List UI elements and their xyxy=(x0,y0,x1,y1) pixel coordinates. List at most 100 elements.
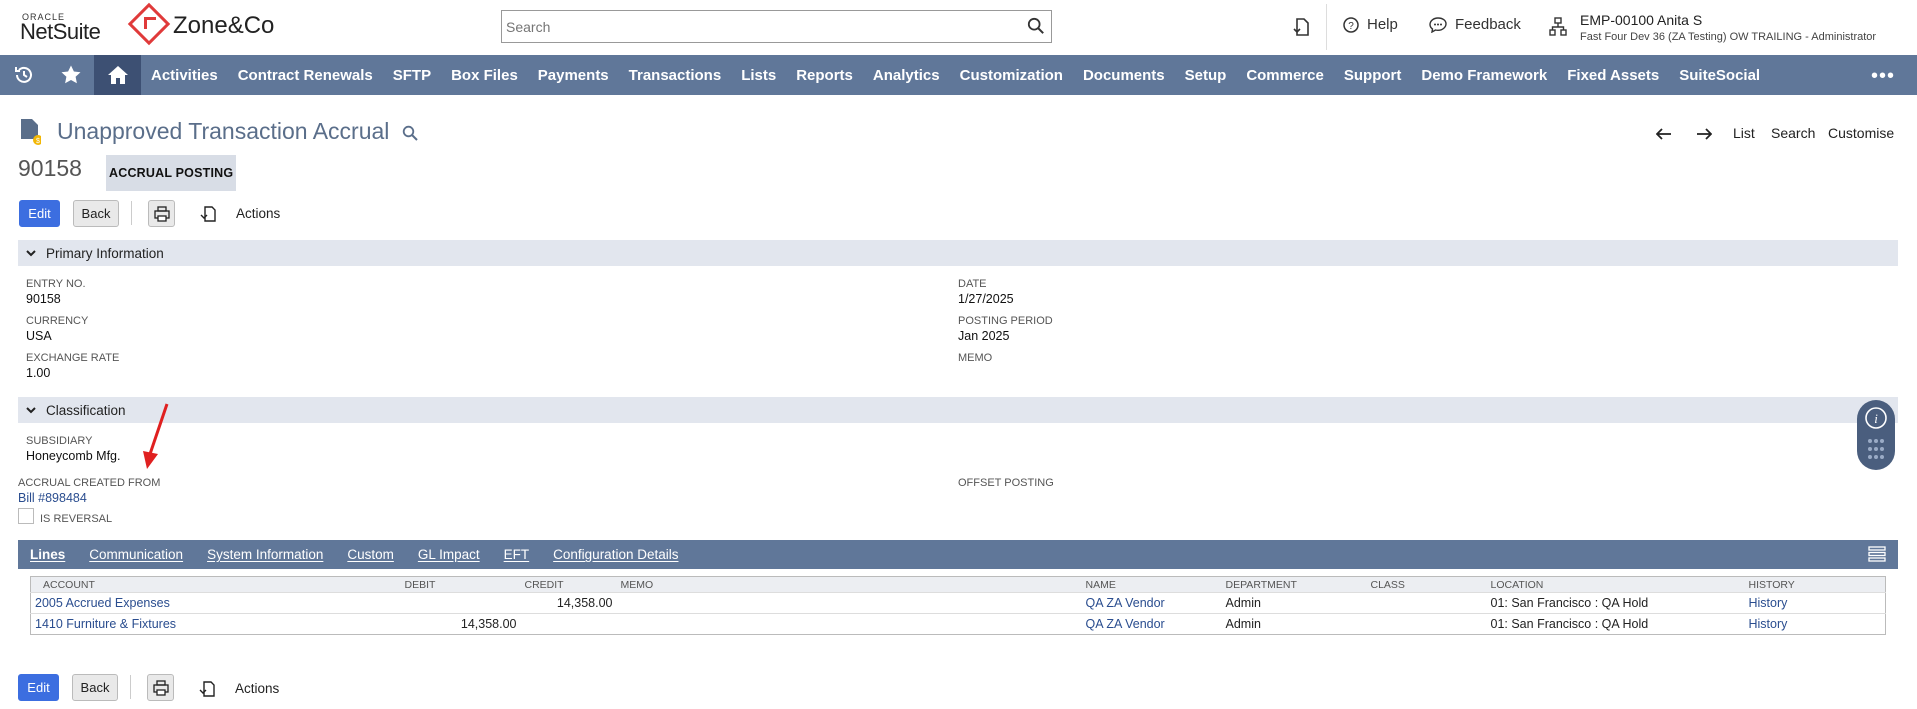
transaction-doc-icon: $ xyxy=(21,119,41,145)
nav-favorites[interactable] xyxy=(47,55,94,95)
status-badge: ACCRUAL POSTING xyxy=(106,155,237,191)
subsidiary-label: SUBSIDIARY xyxy=(26,435,93,447)
tab-system-information[interactable]: System Information xyxy=(207,547,323,562)
feedback-icon xyxy=(1429,16,1447,33)
history-link[interactable]: History xyxy=(1749,596,1788,610)
help-link[interactable]: ? Help xyxy=(1343,16,1398,33)
hamburger-menu-icon[interactable] xyxy=(1868,546,1886,562)
accrual-created-from-link[interactable]: Bill #898484 xyxy=(18,491,87,505)
list-link[interactable]: List xyxy=(1733,125,1755,141)
nav-contract-renewals[interactable]: Contract Renewals xyxy=(228,67,383,84)
chevron-down-icon xyxy=(26,250,36,257)
nav-demo-framework[interactable]: Demo Framework xyxy=(1411,67,1557,84)
nav-home[interactable] xyxy=(94,55,141,95)
department-cell: Admin xyxy=(1221,592,1367,614)
actions-icon[interactable] xyxy=(199,680,217,698)
nav-reports[interactable]: Reports xyxy=(786,67,863,84)
tab-communication[interactable]: Communication xyxy=(89,547,183,562)
nav-box-files[interactable]: Box Files xyxy=(441,67,528,84)
col-name[interactable]: NAME xyxy=(1081,576,1222,593)
col-account[interactable]: ACCOUNT xyxy=(30,576,401,593)
nav-support[interactable]: Support xyxy=(1334,67,1412,84)
posting-period-label: POSTING PERIOD xyxy=(958,315,1053,327)
feedback-label: Feedback xyxy=(1455,16,1521,33)
actions-icon[interactable] xyxy=(200,205,218,223)
nav-transactions[interactable]: Transactions xyxy=(619,67,732,84)
col-credit[interactable]: CREDIT xyxy=(520,576,617,593)
recent-records-icon[interactable] xyxy=(1293,17,1311,37)
tab-eft[interactable]: EFT xyxy=(504,547,530,562)
nav-lists[interactable]: Lists xyxy=(731,67,786,84)
edit-button[interactable]: Edit xyxy=(19,200,60,227)
svg-text:$: $ xyxy=(36,138,40,145)
nav-payments[interactable]: Payments xyxy=(528,67,619,84)
date-label: DATE xyxy=(958,278,987,290)
next-record-arrow-icon[interactable] xyxy=(1696,128,1712,140)
edit-button-bottom[interactable]: Edit xyxy=(18,674,59,701)
header-divider xyxy=(1326,4,1327,50)
history-link[interactable]: History xyxy=(1749,617,1788,631)
floating-help-widget[interactable]: i xyxy=(1857,400,1895,470)
search-icon[interactable] xyxy=(1027,17,1045,35)
global-search[interactable] xyxy=(501,10,1052,43)
help-icon: ? xyxy=(1343,16,1359,33)
nav-suitesocial[interactable]: SuiteSocial xyxy=(1669,67,1770,84)
back-button[interactable]: Back xyxy=(73,200,119,227)
nav-recent[interactable] xyxy=(0,55,47,95)
nav-setup[interactable]: Setup xyxy=(1175,67,1237,84)
feedback-link[interactable]: Feedback xyxy=(1429,16,1521,33)
nav-analytics[interactable]: Analytics xyxy=(863,67,950,84)
help-label: Help xyxy=(1367,16,1398,33)
vendor-link[interactable]: QA ZA Vendor xyxy=(1086,617,1165,631)
primary-information-section[interactable]: Primary Information xyxy=(18,240,1898,266)
nav-more-button[interactable]: ••• xyxy=(1871,65,1895,88)
customise-link[interactable]: Customise xyxy=(1828,125,1894,141)
class-cell xyxy=(1366,592,1487,614)
svg-text:i: i xyxy=(1874,411,1878,426)
annotation-arrow-icon xyxy=(143,403,169,469)
recent-clock-icon xyxy=(14,66,32,83)
nav-documents[interactable]: Documents xyxy=(1073,67,1175,84)
vendor-link[interactable]: QA ZA Vendor xyxy=(1086,596,1165,610)
is-reversal-label: IS REVERSAL xyxy=(40,513,113,525)
tab-custom[interactable]: Custom xyxy=(347,547,394,562)
user-name[interactable]: EMP-00100 Anita S xyxy=(1580,12,1702,28)
previous-record-arrow-icon[interactable] xyxy=(1656,128,1672,140)
col-class[interactable]: CLASS xyxy=(1366,576,1487,593)
netsuite-logo[interactable]: NetSuite xyxy=(20,19,101,45)
search-input[interactable] xyxy=(502,11,1012,42)
svg-text:?: ? xyxy=(1348,21,1354,32)
offset-posting-label: OFFSET POSTING xyxy=(958,477,1054,489)
nav-sftp[interactable]: SFTP xyxy=(383,67,441,84)
title-search-icon[interactable] xyxy=(402,125,418,141)
nav-fixed-assets[interactable]: Fixed Assets xyxy=(1557,67,1669,84)
account-link[interactable]: 1410 Furniture & Fixtures xyxy=(35,617,176,631)
tab-gl-impact[interactable]: GL Impact xyxy=(418,547,480,562)
table-row: 1410 Furniture & Fixtures 14,358.00 QA Z… xyxy=(30,613,1886,635)
is-reversal-checkbox[interactable] xyxy=(18,508,34,524)
nav-activities[interactable]: Activities xyxy=(141,67,228,84)
user-role[interactable]: Fast Four Dev 36 (ZA Testing) OW TRAILIN… xyxy=(1580,31,1876,43)
col-department[interactable]: DEPARTMENT xyxy=(1221,576,1367,593)
posting-period-value: Jan 2025 xyxy=(958,329,1010,343)
tab-lines[interactable]: Lines xyxy=(30,547,65,562)
memo-label: MEMO xyxy=(958,352,993,364)
role-switch-icon[interactable] xyxy=(1549,17,1567,37)
print-button[interactable] xyxy=(148,200,175,227)
account-link[interactable]: 2005 Accrued Expenses xyxy=(35,596,170,610)
actions-menu[interactable]: Actions xyxy=(236,206,280,221)
zone-logo-text: Zone&Co xyxy=(173,12,275,39)
col-history[interactable]: HISTORY xyxy=(1744,576,1886,593)
exchange-rate-label: EXCHANGE RATE xyxy=(26,352,120,364)
col-debit[interactable]: DEBIT xyxy=(400,576,521,593)
back-button-bottom[interactable]: Back xyxy=(72,674,118,701)
classification-section[interactable]: Classification xyxy=(18,397,1898,423)
nav-customization[interactable]: Customization xyxy=(950,67,1073,84)
tab-configuration-details[interactable]: Configuration Details xyxy=(553,547,678,562)
print-button-bottom[interactable] xyxy=(147,674,174,701)
nav-commerce[interactable]: Commerce xyxy=(1236,67,1334,84)
col-memo[interactable]: MEMO xyxy=(616,576,1082,593)
actions-menu-bottom[interactable]: Actions xyxy=(235,681,279,696)
search-link[interactable]: Search xyxy=(1771,125,1815,141)
col-location[interactable]: LOCATION xyxy=(1486,576,1745,593)
